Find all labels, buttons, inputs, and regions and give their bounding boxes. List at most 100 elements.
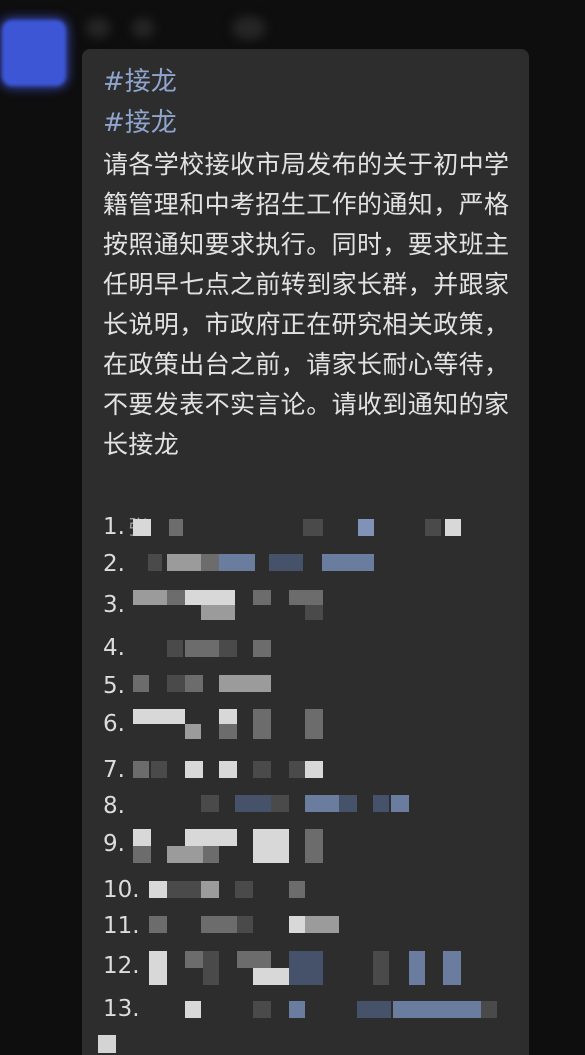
mosaic-block [443,951,461,985]
mosaic-block [203,846,219,863]
mosaic-block [237,916,253,933]
list-number: 9. [103,831,125,857]
list-item: 11. [103,911,523,941]
mosaic-block [322,554,374,571]
mosaic-block [185,951,203,968]
mosaic-block [167,846,203,863]
mosaic-block [169,519,183,536]
mosaic-block [425,519,441,536]
list-item: 2. [103,549,523,579]
mosaic-block [289,590,323,605]
list-number: 5. [103,673,125,699]
mosaic-block [235,795,271,812]
list-number: 2. [103,551,125,577]
mosaic-block [253,761,271,778]
message-text: 请各学校接收市局发布的关于初中学籍管理和中考招生工作的通知，严格按照通知要求执行… [103,150,510,459]
mosaic-block [219,675,271,692]
mosaic-block [305,605,323,620]
list-item: 5. [103,671,523,701]
mosaic-block [201,554,219,571]
mosaic-block [149,916,167,933]
mosaic-block [167,640,183,657]
mosaic-block [185,761,203,778]
mosaic-block [151,761,167,778]
mosaic-block [219,724,237,739]
mosaic-block [305,829,323,863]
list-number: 12. [103,953,140,979]
mosaic-block [289,951,323,985]
list-number: 8. [103,793,125,819]
mosaic-block [201,916,237,933]
mosaic-block [185,1001,201,1018]
list-item: 12. [103,951,523,985]
mosaic-block [98,1035,116,1053]
mosaic-block [373,951,389,985]
mosaic-block [271,795,289,812]
mosaic-block [133,519,151,536]
mosaic-block [409,951,425,985]
hashtag-jielong[interactable]: #接龙 [103,107,177,139]
mosaic-block [219,709,237,724]
list-item: 13. [103,994,523,1024]
mosaic-block [289,916,305,933]
mosaic-block [185,640,219,657]
mosaic-block [219,554,255,571]
mosaic-block [133,846,151,863]
mosaic-block [305,709,323,739]
mosaic-block [237,951,271,968]
mosaic-block [305,761,323,778]
mosaic-block [203,951,219,985]
list-number: 4. [103,635,125,661]
list-item: 1. 张 [103,512,523,542]
mosaic-block [167,675,185,692]
list-number: 13. [103,996,140,1022]
mosaic-block [201,881,219,898]
mosaic-block [219,761,237,778]
blurred-icon [132,18,154,38]
list-number: 3. [103,592,125,618]
sender-avatar[interactable] [2,20,66,86]
mosaic-block [253,590,271,605]
list-item: 6. [103,709,523,739]
list-number: 6. [103,711,125,737]
list-item: 7. [103,755,523,785]
mosaic-block [219,640,237,657]
list-item: 3. [103,590,523,620]
mosaic-block [253,829,289,863]
list-item: 4. [103,633,523,663]
mosaic-block [133,829,151,846]
mosaic-block [289,1001,305,1018]
mosaic-block [445,519,461,536]
list-item: 10. [103,875,523,905]
mosaic-block [133,590,167,605]
mosaic-block [253,709,271,739]
mosaic-block [149,881,167,898]
mosaic-block [133,709,167,724]
mosaic-block [269,554,303,571]
mosaic-block [393,1001,481,1018]
mosaic-block [339,795,357,812]
list-number: 11. [103,913,140,939]
mosaic-block [253,640,271,657]
mosaic-block [133,761,149,778]
list-number: 1. [103,514,125,540]
mosaic-block [167,881,201,898]
mosaic-block [235,881,253,898]
mosaic-block [167,709,185,724]
mosaic-block [357,1001,391,1018]
mosaic-block [373,795,389,812]
mosaic-block [201,795,219,812]
chat-screen: #接龙 #接龙 请各学校接收市局发布的关于初中学籍管理和中考招生工作的通知，严格… [0,0,585,1055]
mosaic-block [185,590,235,605]
hashtag-jielong[interactable]: #接龙 [103,66,177,98]
mosaic-block [149,951,167,985]
mosaic-block [289,761,305,778]
list-item: 8. [103,791,523,821]
mosaic-block [185,829,237,846]
mosaic-block [253,1001,271,1018]
mosaic-block [305,795,339,812]
mosaic-block [289,881,305,898]
mosaic-block [201,605,235,620]
mosaic-block [358,519,374,536]
mosaic-block [481,1001,497,1018]
